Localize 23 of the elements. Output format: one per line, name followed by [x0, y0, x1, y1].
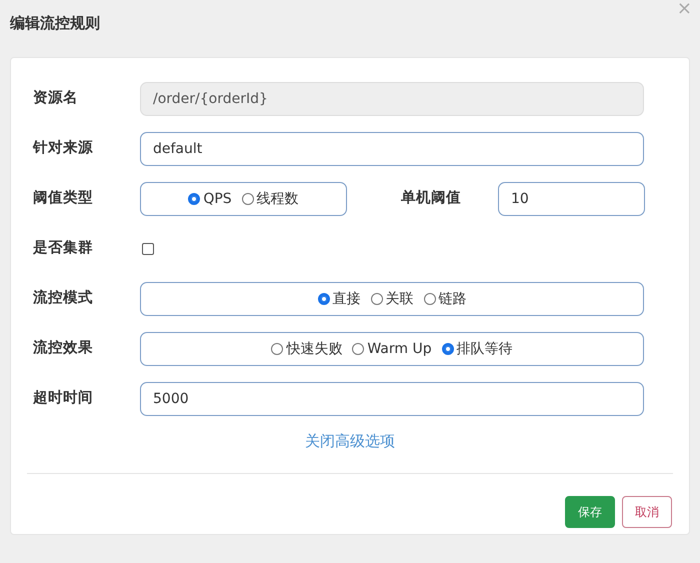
cancel-button[interactable]: 取消: [622, 496, 672, 528]
field-label: 流控效果: [32, 338, 94, 358]
field-label: 超时时间: [32, 388, 94, 408]
radio-option[interactable]: 快速失败: [271, 338, 342, 360]
radio-option[interactable]: 直接: [318, 288, 360, 310]
field-label: 流控模式: [32, 288, 94, 308]
input-field[interactable]: 5000: [140, 382, 644, 416]
field-label: 是否集群: [32, 239, 94, 258]
save-button[interactable]: 保存: [565, 496, 615, 528]
radio-option[interactable]: QPS: [188, 188, 232, 210]
dialog-title: 编辑流控规则: [10, 13, 101, 34]
checkbox[interactable]: [142, 243, 154, 255]
field-label: 资源名: [32, 89, 79, 108]
radio-option[interactable]: 线程数: [242, 188, 299, 210]
input-field[interactable]: 10: [498, 182, 645, 216]
input-field[interactable]: default: [140, 132, 644, 166]
radio-option[interactable]: 排队等待: [442, 338, 513, 360]
field-label: 针对来源: [32, 138, 94, 158]
radio-option[interactable]: Warm Up: [352, 338, 432, 360]
field-label: 阈值类型: [32, 188, 94, 208]
radio-option[interactable]: 链路: [424, 288, 466, 310]
radio-option[interactable]: 关联: [370, 288, 414, 310]
field-label: 单机阈值: [400, 188, 462, 208]
